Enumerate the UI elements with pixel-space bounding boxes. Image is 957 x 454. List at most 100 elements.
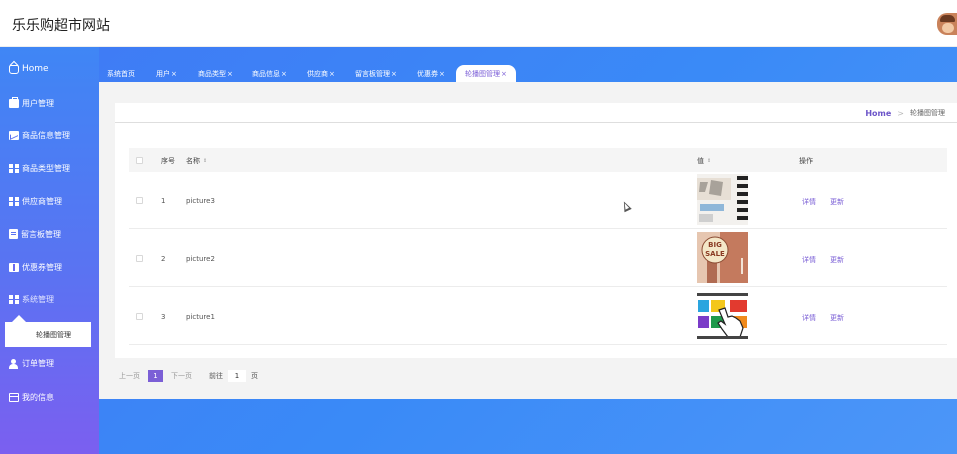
- sidebar-item-system[interactable]: 系统管理: [0, 288, 99, 310]
- detail-link[interactable]: 详情: [802, 313, 816, 323]
- thumbnail-image: [697, 174, 748, 225]
- card-icon: [9, 392, 19, 402]
- close-icon[interactable]: ×: [227, 70, 233, 78]
- briefcase-icon: [9, 96, 19, 108]
- sidebar-item-products[interactable]: 商品信息管理: [0, 124, 99, 146]
- sidebar-item-label: 我的信息: [22, 392, 54, 402]
- close-icon[interactable]: ×: [329, 70, 335, 78]
- update-link[interactable]: 更新: [830, 255, 844, 265]
- table-header: 序号 名称 ⇕ 值 ⇕ 操作: [129, 148, 947, 172]
- row-name: picture2: [186, 255, 215, 263]
- close-icon[interactable]: ×: [391, 70, 397, 78]
- table-row: 1 picture3 详情 更新: [129, 172, 947, 229]
- sidebar-item-label: 留言板管理: [21, 229, 61, 239]
- table-row: 3 picture1 详情 更新: [129, 288, 947, 345]
- sidebar-item-product-types[interactable]: 商品类型管理: [0, 157, 99, 179]
- row-index: 2: [161, 255, 166, 263]
- tab-product-info[interactable]: 商品信息 ×: [252, 66, 287, 82]
- tab-carousel[interactable]: 轮播图管理 ×: [456, 65, 516, 82]
- header-value[interactable]: 值 ⇕: [697, 156, 711, 166]
- thumbnail-picture3: [697, 174, 748, 225]
- top-bar: 乐乐购超市网站: [0, 0, 957, 47]
- update-link[interactable]: 更新: [830, 313, 844, 323]
- sidebar-item-label: 商品类型管理: [22, 163, 70, 173]
- ticket-icon: [9, 262, 19, 272]
- tab-label: 商品类型: [198, 70, 226, 78]
- pagination: 上一页 1 下一页 前往 页: [119, 370, 258, 382]
- header-name-label: 名称: [186, 157, 200, 165]
- submenu-caret: [12, 315, 26, 322]
- user-avatar[interactable]: [937, 13, 957, 35]
- row-checkbox[interactable]: [136, 255, 143, 262]
- next-page-button[interactable]: 下一页: [171, 371, 192, 381]
- breadcrumb-home[interactable]: Home: [865, 109, 891, 118]
- sidebar-item-label: 商品信息管理: [22, 130, 70, 140]
- breadcrumb-divider: [115, 122, 957, 123]
- tab-label: 用户: [156, 70, 170, 78]
- close-icon[interactable]: ×: [439, 70, 445, 78]
- breadcrumb-separator: >: [897, 108, 904, 118]
- sort-icon[interactable]: ⇕: [707, 158, 711, 164]
- sort-icon[interactable]: ⇕: [203, 158, 207, 164]
- grid-icon: [9, 196, 19, 206]
- tab-product-types[interactable]: 商品类型 ×: [198, 66, 233, 82]
- sidebar-item-message-board[interactable]: 留言板管理: [0, 223, 99, 245]
- sidebar-item-label: 系统管理: [22, 294, 54, 304]
- update-link[interactable]: 更新: [830, 197, 844, 207]
- sidebar-item-label: 订单管理: [22, 358, 54, 368]
- sidebar-item-label: 用户管理: [22, 98, 54, 108]
- sidebar-item-orders[interactable]: 订单管理: [0, 352, 99, 374]
- tab-bar: 系统首页 用户 × 商品类型 × 商品信息 × 供应商 × 留言板管理 × 优惠…: [99, 64, 957, 82]
- close-icon[interactable]: ×: [171, 70, 177, 78]
- tab-suppliers[interactable]: 供应商 ×: [307, 66, 335, 82]
- detail-link[interactable]: 详情: [802, 197, 816, 207]
- header-actions: 操作: [799, 157, 813, 165]
- row-index: 1: [161, 197, 166, 205]
- tab-label: 系统首页: [107, 70, 135, 78]
- table-row: 2 picture2 BIG SALE 详情 更新: [129, 230, 947, 287]
- page-number-1[interactable]: 1: [148, 370, 163, 382]
- thumbnail-picture2: BIG SALE: [697, 232, 748, 283]
- sidebar-item-my-info[interactable]: 我的信息: [0, 386, 99, 408]
- row-name: picture3: [186, 197, 215, 205]
- breadcrumb: Home > 轮播图管理: [865, 108, 945, 118]
- goto-page-input[interactable]: [228, 370, 246, 382]
- tab-label: 商品信息: [252, 70, 280, 78]
- row-index: 3: [161, 313, 166, 321]
- sidebar-item-users[interactable]: 用户管理: [0, 92, 99, 114]
- thumbnail-picture1: [697, 290, 748, 341]
- sidebar-item-suppliers[interactable]: 供应商管理: [0, 190, 99, 212]
- row-checkbox[interactable]: [136, 313, 143, 320]
- goto-label: 前往: [209, 372, 223, 380]
- tab-message-board[interactable]: 留言板管理 ×: [355, 66, 397, 82]
- sidebar-subitem-carousel[interactable]: 轮播图管理: [5, 322, 91, 347]
- thumb-sale-text: SALE: [705, 250, 725, 258]
- row-name: picture1: [186, 313, 215, 321]
- sidebar-item-home[interactable]: Home: [0, 58, 99, 80]
- tab-label: 供应商: [307, 70, 328, 78]
- tab-coupons[interactable]: 优惠券 ×: [417, 66, 445, 82]
- close-icon[interactable]: ×: [281, 70, 287, 78]
- thumbnail-image: [697, 290, 748, 341]
- close-icon[interactable]: ×: [501, 70, 507, 78]
- chart-icon: [9, 130, 19, 140]
- header-name[interactable]: 名称 ⇕: [186, 156, 207, 166]
- prev-page-button[interactable]: 上一页: [119, 371, 140, 381]
- clipboard-icon: [9, 229, 18, 239]
- page-unit-label: 页: [251, 372, 258, 380]
- detail-link[interactable]: 详情: [802, 255, 816, 265]
- thumbnail-image: BIG SALE: [697, 232, 748, 283]
- breadcrumb-current: 轮播图管理: [910, 109, 945, 117]
- user-icon: [9, 358, 19, 369]
- site-title: 乐乐购超市网站: [12, 18, 110, 34]
- tab-home[interactable]: 系统首页: [107, 66, 135, 82]
- home-icon: [9, 64, 19, 74]
- row-checkbox[interactable]: [136, 197, 143, 204]
- sidebar-item-coupons[interactable]: 优惠券管理: [0, 256, 99, 278]
- select-all-checkbox[interactable]: [136, 157, 143, 164]
- sidebar-item-label: 优惠券管理: [22, 262, 62, 272]
- tab-users[interactable]: 用户 ×: [156, 66, 177, 82]
- tab-label: 留言板管理: [355, 70, 390, 78]
- tab-label: 轮播图管理: [465, 69, 500, 78]
- grid-icon: [9, 294, 19, 304]
